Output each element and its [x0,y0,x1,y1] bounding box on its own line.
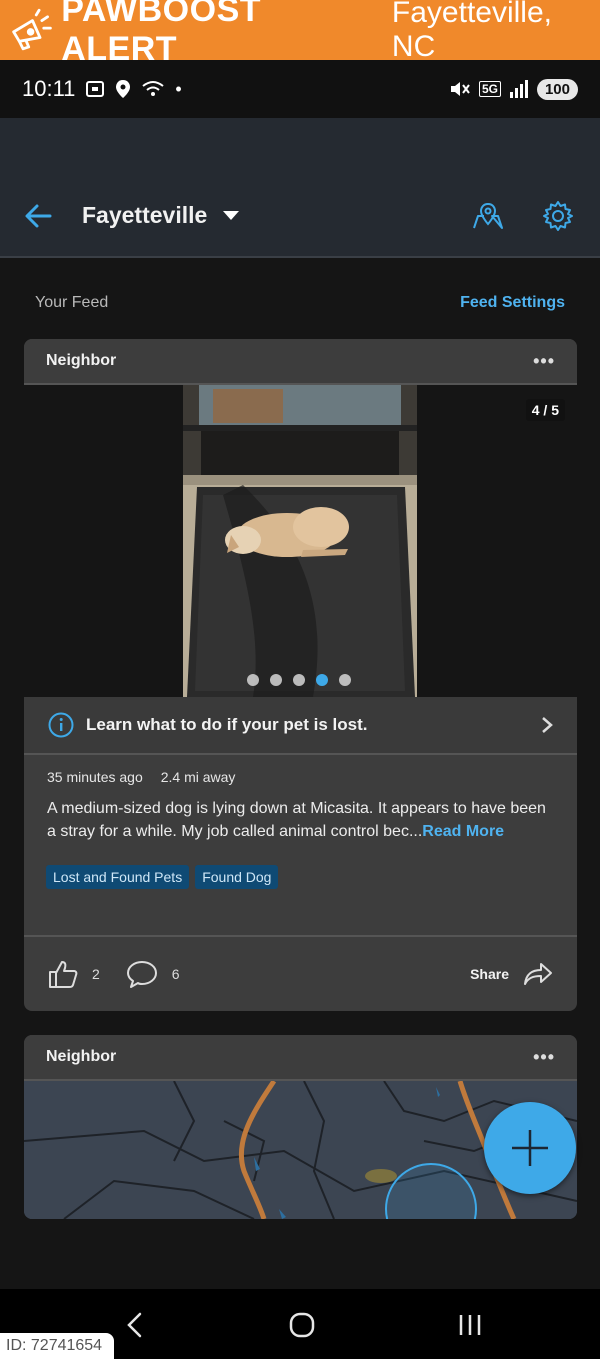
gear-icon[interactable] [542,200,574,232]
status-bar: 10:11 • 5G 100 [0,60,600,118]
location-title: Fayetteville [82,202,208,228]
image-id-badge: ID: 72741654 [0,1333,114,1359]
nav-back-icon[interactable] [124,1311,146,1339]
pet-photo[interactable] [183,385,417,697]
post-distance: 2.4 mi away [160,769,236,785]
screenshot-icon [86,81,105,97]
signal-icon [509,80,528,98]
carousel-dot[interactable] [247,674,259,686]
megaphone-icon [12,8,52,51]
thumbs-up-icon [49,961,78,988]
feed-label: Your Feed [35,294,109,311]
nav-home-icon[interactable] [288,1311,316,1339]
post-time: 35 minutes ago [47,769,143,785]
carousel-dot[interactable] [293,674,305,686]
plus-icon [512,1130,548,1166]
post-author: Neighbor [46,352,117,369]
post-header: Neighbor ••• [24,339,577,385]
add-post-fab[interactable] [484,1102,576,1194]
like-button[interactable]: 2 [48,960,100,988]
pawboost-banner: PAWBOOST ALERT Fayetteville, NC [0,0,600,68]
dog-photo-image [183,385,417,697]
feed-container[interactable]: Your Feed Feed Settings Neighbor ••• 4 /… [0,258,600,1289]
comment-button[interactable]: 6 [126,960,180,988]
back-arrow-icon[interactable] [24,202,52,230]
post-meta: 35 minutes ago 2.4 mi away [47,769,577,785]
share-button[interactable]: Share [470,962,553,986]
tag-lost-and-found[interactable]: Lost and Found Pets [46,865,190,889]
battery-indicator: 100 [536,78,578,100]
nav-recents-icon[interactable] [456,1311,484,1339]
photo-counter: 4 / 5 [525,399,565,421]
comment-count: 6 [171,966,180,982]
post-actions: 2 6 Share [24,935,577,1011]
wifi-icon [142,81,165,96]
more-options-icon[interactable]: ••• [533,351,555,372]
post-header: Neighbor ••• [24,1035,577,1081]
feed-header: Your Feed Feed Settings [35,294,565,312]
notification-dot-icon: • [175,78,182,99]
lost-pet-help-row[interactable]: Learn what to do if your pet is lost. [24,697,577,755]
caret-down-icon [223,210,240,220]
banner-city: Fayetteville, NC [391,0,552,63]
app-header: Fayetteville [0,118,600,258]
post-body: A medium-sized dog is lying down at Mica… [47,797,555,843]
network-type: 5G [478,81,501,97]
status-time: 10:11 [22,76,76,101]
post-card: Neighbor ••• [24,339,577,1011]
lost-pet-help-text: Learn what to do if your pet is lost. [86,715,368,734]
carousel-dot[interactable] [339,674,351,686]
more-options-icon[interactable]: ••• [533,1047,555,1068]
like-count: 2 [92,966,100,982]
location-icon [116,80,131,98]
comment-bubble-icon [126,961,157,988]
banner-title: PAWBOOST ALERT [61,0,262,68]
feed-settings-link[interactable]: Feed Settings [460,294,565,312]
location-dropdown[interactable]: Fayetteville [82,202,240,229]
mute-icon [450,82,470,96]
share-label: Share [470,966,509,982]
post-author: Neighbor [46,1048,117,1065]
read-more-link[interactable]: Read More [422,823,504,840]
carousel-dot[interactable] [270,674,282,686]
carousel-dots [247,674,351,686]
photo-carousel[interactable]: 4 / 5 [24,385,577,697]
map-pin-icon[interactable] [472,202,504,230]
tag-found-dog[interactable]: Found Dog [195,865,279,889]
share-arrow-icon [524,963,552,985]
carousel-dot-active[interactable] [316,674,328,686]
info-icon [48,712,74,738]
chevron-right-icon [542,717,553,733]
post-tags: Lost and Found Pets Found Dog [46,865,577,889]
